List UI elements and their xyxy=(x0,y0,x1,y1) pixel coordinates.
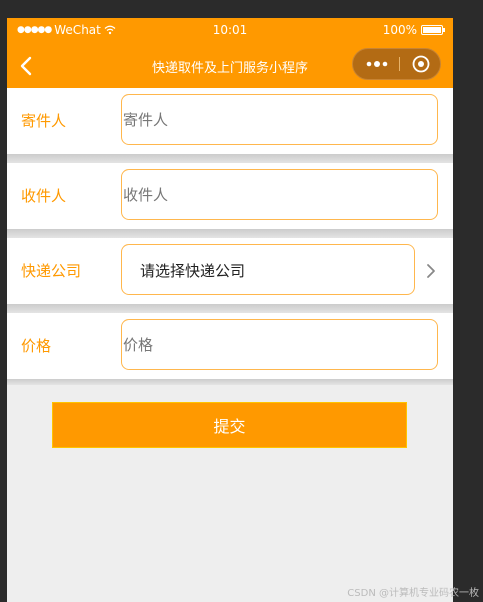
receiver-input[interactable] xyxy=(121,169,438,220)
status-bar: ●●●●● WeChat 10:01 100% xyxy=(7,18,453,44)
battery-icon xyxy=(421,25,445,35)
receiver-label: 收件人 xyxy=(21,187,67,205)
submit-button[interactable]: 提交 xyxy=(52,402,407,448)
close-circle-icon xyxy=(412,55,430,73)
more-button[interactable] xyxy=(361,49,393,79)
capsule-divider xyxy=(399,57,400,71)
phone-screen: ●●●●● WeChat 10:01 100% 快递取件及上门服务小程序 寄件人… xyxy=(7,18,453,602)
editor-background-strip xyxy=(453,0,483,602)
courier-label: 快递公司 xyxy=(21,262,82,280)
row-divider xyxy=(7,379,453,385)
courier-picker-value: 请选择快递公司 xyxy=(140,262,246,280)
courier-picker[interactable]: 请选择快递公司 xyxy=(121,244,415,295)
more-dots-icon xyxy=(366,61,388,67)
receiver-row: 收件人 xyxy=(7,163,453,229)
price-label: 价格 xyxy=(21,337,52,355)
chevron-right-icon[interactable] xyxy=(425,262,437,280)
row-divider xyxy=(7,229,453,238)
courier-row[interactable]: 快递公司 请选择快递公司 xyxy=(7,238,453,304)
navigation-bar: 快递取件及上门服务小程序 xyxy=(7,44,453,88)
sender-row: 寄件人 xyxy=(7,88,453,154)
miniprogram-capsule xyxy=(352,48,441,80)
sender-input[interactable] xyxy=(121,94,438,145)
row-divider xyxy=(7,304,453,313)
price-row: 价格 xyxy=(7,313,453,379)
watermark-text: CSDN @计算机专业码农一枚 xyxy=(347,588,479,599)
row-divider xyxy=(7,154,453,163)
battery-percent: 100% xyxy=(382,23,417,37)
status-right: 100% xyxy=(382,23,445,37)
close-miniprogram-button[interactable] xyxy=(407,49,435,79)
price-input[interactable] xyxy=(121,319,438,370)
sender-label: 寄件人 xyxy=(21,112,67,130)
